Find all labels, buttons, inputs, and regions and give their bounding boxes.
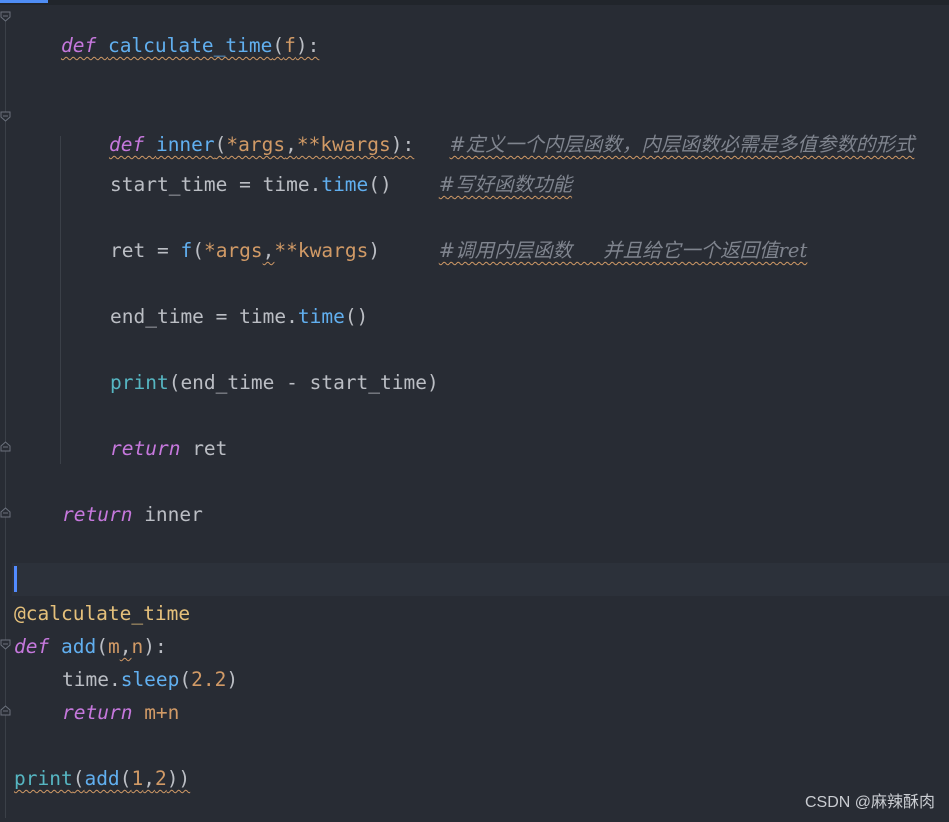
punctuation: () — [344, 305, 369, 328]
code-line-11[interactable]: time.sleep(2.2) — [62, 667, 238, 693]
parameter: **kwargs — [274, 239, 369, 262]
punctuation: ) — [368, 239, 381, 262]
parameter: n — [131, 635, 144, 658]
number-literal: 2 — [154, 767, 167, 790]
punctuation: () — [368, 173, 392, 196]
code-line-12[interactable]: return m+n — [62, 700, 179, 726]
punctuation: ): — [295, 34, 320, 57]
code-line-10[interactable]: def add(m,n): — [14, 634, 167, 660]
builtin-function: print — [110, 371, 169, 394]
code-text: ret — [180, 437, 228, 460]
code-editor[interactable]: def calculate_time(f): def inner(*args,*… — [0, 0, 949, 822]
number-literal: 1 — [131, 767, 144, 790]
function-call: time — [321, 173, 369, 196]
comment: #定义一个内层函数，内层函数必需是多值参数的形式 — [449, 133, 915, 156]
code-line-6[interactable]: print(end_time - start_time) — [110, 370, 439, 396]
punctuation: , — [285, 133, 297, 156]
code-text: ret = — [110, 239, 181, 262]
punctuation: ( — [72, 767, 85, 790]
watermark: CSDN @麻辣酥肉 — [804, 794, 935, 811]
text-caret — [14, 566, 17, 592]
punctuation: ): — [143, 635, 167, 658]
keyword: def — [14, 635, 50, 658]
code-line-13[interactable]: print(add(1,2)) — [14, 766, 190, 792]
gutter-divider — [5, 18, 6, 818]
code-line-9[interactable]: @calculate_time — [14, 601, 190, 627]
fold-end-icon[interactable] — [0, 507, 11, 518]
builtin-function: print — [14, 767, 73, 790]
punctuation: ( — [272, 34, 285, 57]
keyword: def — [108, 133, 145, 156]
punctuation: ( — [96, 635, 108, 658]
decorator: @calculate_time — [14, 602, 191, 625]
fold-collapse-icon[interactable] — [0, 111, 11, 122]
keyword: return — [62, 701, 133, 724]
punctuation: ( — [119, 767, 132, 790]
function-name: inner — [155, 133, 215, 156]
keyword: return — [62, 503, 133, 526]
function-name: calculate_time — [107, 34, 273, 57]
code-line-7[interactable]: return ret — [110, 436, 227, 462]
punctuation: ): — [390, 133, 415, 156]
code-text: m+n — [132, 701, 180, 724]
code-line-5[interactable]: end_time = time.time() — [110, 304, 368, 330]
keyword: def — [60, 34, 97, 57]
parameter: *args — [203, 239, 263, 262]
punctuation: ( — [179, 668, 192, 691]
editor-tab-strip — [0, 0, 949, 5]
fold-collapse-icon[interactable] — [0, 639, 11, 650]
comment: #调用内层函数 并且给它一个返回值ret — [438, 239, 808, 262]
editor-gutter — [0, 0, 12, 822]
function-call: add — [84, 767, 120, 790]
current-line-highlight — [12, 563, 949, 596]
code-text: time. — [62, 668, 121, 691]
punctuation: )) — [166, 767, 191, 790]
function-call: sleep — [120, 668, 180, 691]
code-line-3[interactable]: start_time = time.time() #写好函数功能 — [110, 172, 572, 198]
function-call: time — [297, 305, 345, 328]
code-text: start_time = time. — [110, 173, 322, 196]
number-literal: 2.2 — [191, 668, 227, 691]
function-call: f — [180, 239, 193, 262]
code-text: inner — [132, 503, 203, 526]
code-text: (end_time - start_time) — [168, 371, 439, 394]
keyword: return — [110, 437, 181, 460]
punctuation: ( — [214, 133, 227, 156]
parameter: **kwargs — [296, 133, 391, 156]
parameter: f — [284, 34, 296, 57]
punctuation: , — [262, 239, 275, 262]
code-text: end_time = time. — [110, 305, 298, 328]
punctuation: , — [119, 635, 132, 658]
comment: #写好函数功能 — [438, 173, 573, 196]
parameter: *args — [226, 133, 286, 156]
fold-end-icon[interactable] — [0, 441, 11, 452]
fold-end-icon[interactable] — [0, 705, 11, 716]
parameter: m — [107, 635, 120, 658]
code-line-4[interactable]: ret = f(*args,**kwargs) #调用内层函数 并且给它一个返回… — [110, 238, 807, 264]
punctuation: ( — [192, 239, 204, 262]
function-name: add — [60, 635, 97, 658]
fold-collapse-icon[interactable] — [0, 11, 11, 22]
code-line-2[interactable]: def inner(*args,**kwargs): #定义一个内层函数，内层函… — [62, 106, 914, 156]
punctuation: , — [143, 767, 155, 790]
indent-guide — [60, 136, 61, 464]
code-line-1[interactable]: def calculate_time(f): — [14, 7, 319, 57]
punctuation: ) — [226, 668, 239, 691]
code-line-8[interactable]: return inner — [62, 502, 203, 528]
